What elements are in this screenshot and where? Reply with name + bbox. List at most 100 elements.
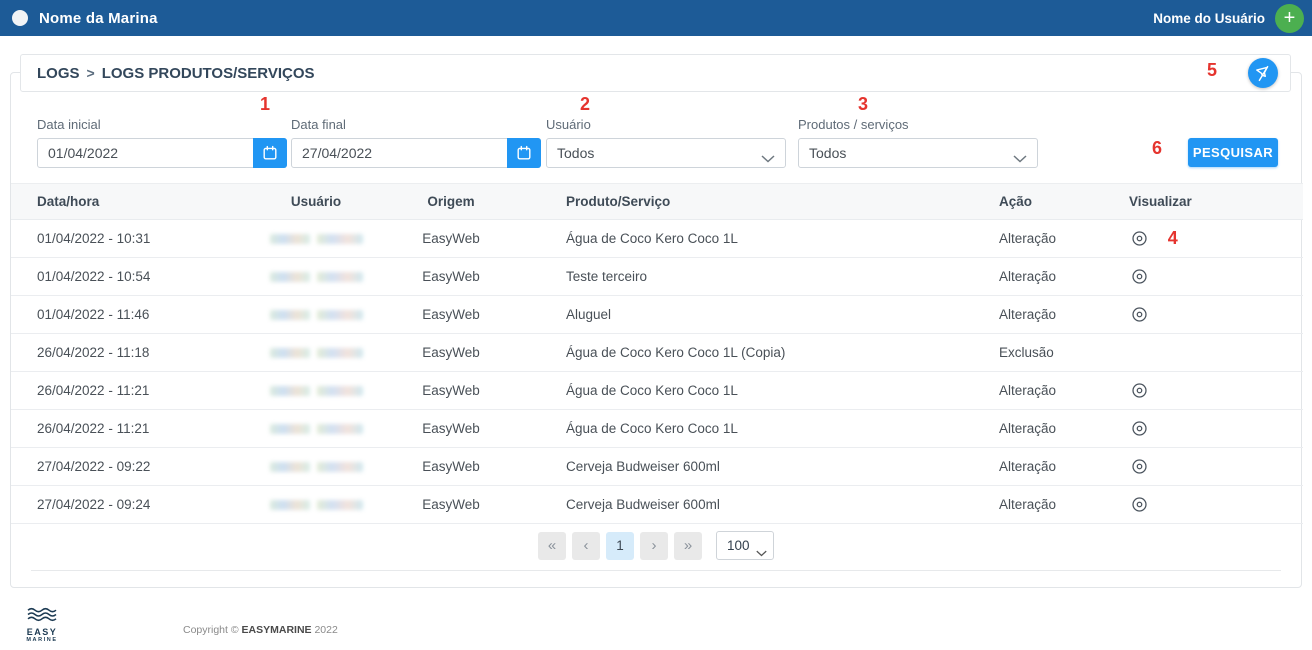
breadcrumb-bar: LOGS > LOGS PRODUTOS/SERVIÇOS [20,54,1291,92]
calendar-icon [262,145,278,161]
user-name-redacted [270,348,363,358]
view-log-button[interactable] [1129,456,1150,477]
log-action: Alteração [991,296,1121,334]
header-usuario: Usuário [231,184,401,220]
last-page-button[interactable]: » [674,532,702,560]
logo-text-marine: MARINE [25,637,59,644]
data-inicial-input[interactable] [37,138,287,168]
next-page-button[interactable]: › [640,532,668,560]
eye-icon [1131,501,1148,516]
header-origem: Origem [401,184,501,220]
log-view-cell: 4 [1121,220,1303,258]
user-name-redacted [270,500,363,510]
log-origin: EasyWeb [401,448,501,486]
eye-icon [1131,273,1148,288]
log-datetime: 27/04/2022 - 09:24 [11,486,231,524]
annotation-5: 5 [1207,60,1217,81]
eye-icon [1131,463,1148,478]
prev-page-button[interactable]: ‹ [572,532,600,560]
user-name-redacted [270,424,363,434]
first-page-button[interactable]: « [538,532,566,560]
page-size-value: 100 [727,538,750,553]
log-user-cell [231,410,401,448]
log-user-cell [231,296,401,334]
annotation-1: 1 [260,94,270,115]
log-action: Alteração [991,220,1121,258]
eye-icon [1131,311,1148,326]
logs-card: Data inicial Data final [10,72,1302,588]
user-menu[interactable]: Nome do Usuário [1153,11,1265,26]
search-button[interactable]: PESQUISAR [1188,138,1278,167]
view-log-button[interactable] [1129,228,1150,249]
table-row: 26/04/2022 - 11:21 EasyWeb Água de Coco … [11,372,1303,410]
log-product: Cerveja Budweiser 600ml [501,486,991,524]
produtos-servicos-select[interactable]: Todos [798,138,1038,168]
log-origin: EasyWeb [401,486,501,524]
log-origin: EasyWeb [401,296,501,334]
calendar-icon [516,145,532,161]
page-1-button[interactable]: 1 [606,532,634,560]
usuario-select[interactable]: Todos [546,138,786,168]
log-product: Aluguel [501,296,991,334]
view-log-button[interactable] [1129,418,1150,439]
data-inicial-label: Data inicial [37,117,287,132]
chevron-down-icon [1013,150,1027,168]
field-data-final: Data final [291,117,541,168]
page-size-select[interactable]: 100 [716,531,774,560]
log-product: Teste terceiro [501,258,991,296]
table-row: 01/04/2022 - 10:54 EasyWeb Teste terceir… [11,258,1303,296]
data-final-input[interactable] [291,138,541,168]
log-view-cell [1121,372,1303,410]
data-inicial-calendar-button[interactable] [253,138,287,168]
log-action: Alteração [991,486,1121,524]
log-view-cell [1121,448,1303,486]
log-user-cell [231,258,401,296]
page: Nome da Marina Nome do Usuário + LOGS > … [0,0,1312,650]
field-data-inicial: Data inicial [37,117,287,168]
log-datetime: 01/04/2022 - 10:31 [11,220,231,258]
data-final-calendar-button[interactable] [507,138,541,168]
log-origin: EasyWeb [401,220,501,258]
filter-slash-icon [1255,65,1272,82]
filter-row: Data inicial Data final [11,117,1301,183]
user-name-redacted [270,234,363,244]
user-name-redacted [270,462,363,472]
breadcrumb-separator: > [87,65,95,81]
view-log-button[interactable] [1129,380,1150,401]
paginator: « ‹ 1 › » 100 [11,531,1301,560]
produtos-servicos-label: Produtos / serviços [798,117,1038,132]
field-usuario: Usuário Todos [546,117,786,168]
log-action: Alteração [991,372,1121,410]
chevron-down-icon [756,544,767,562]
marina-name: Nome da Marina [39,10,158,27]
table-row: 27/04/2022 - 09:22 EasyWeb Cerveja Budwe… [11,448,1303,486]
navbar-right: Nome do Usuário + [1153,4,1304,33]
card-bottom-divider [31,570,1281,571]
log-table-body: 01/04/2022 - 10:31 EasyWeb Água de Coco … [11,220,1303,524]
footer: EASY MARINE Copyright © EASYMARINE 2022 [0,600,1312,650]
view-log-button[interactable] [1129,266,1150,287]
usuario-label: Usuário [546,117,786,132]
log-view-cell [1121,410,1303,448]
table-row: 01/04/2022 - 11:46 EasyWeb Aluguel Alter… [11,296,1303,334]
log-product: Água de Coco Kero Coco 1L (Copia) [501,334,991,372]
add-button[interactable]: + [1275,4,1304,33]
header-acao: Ação [991,184,1121,220]
log-datetime: 26/04/2022 - 11:21 [11,410,231,448]
header-produto-servico: Produto/Serviço [501,184,991,220]
clear-filter-button[interactable] [1248,58,1278,88]
table-header-row: Data/hora Usuário Origem Produto/Serviço… [11,184,1303,220]
log-view-cell [1121,486,1303,524]
view-log-button[interactable] [1129,494,1150,515]
copyright-text: Copyright © EASYMARINE 2022 [183,624,338,636]
log-product: Água de Coco Kero Coco 1L [501,372,991,410]
logo-text-easy: EASY [25,627,59,637]
eye-icon [1131,235,1148,250]
log-action: Alteração [991,448,1121,486]
chevron-down-icon [761,150,775,168]
log-view-cell [1121,334,1303,372]
user-name-redacted [270,386,363,396]
waves-icon [27,607,57,622]
view-log-button[interactable] [1129,304,1150,325]
breadcrumb-parent[interactable]: LOGS [37,65,80,82]
